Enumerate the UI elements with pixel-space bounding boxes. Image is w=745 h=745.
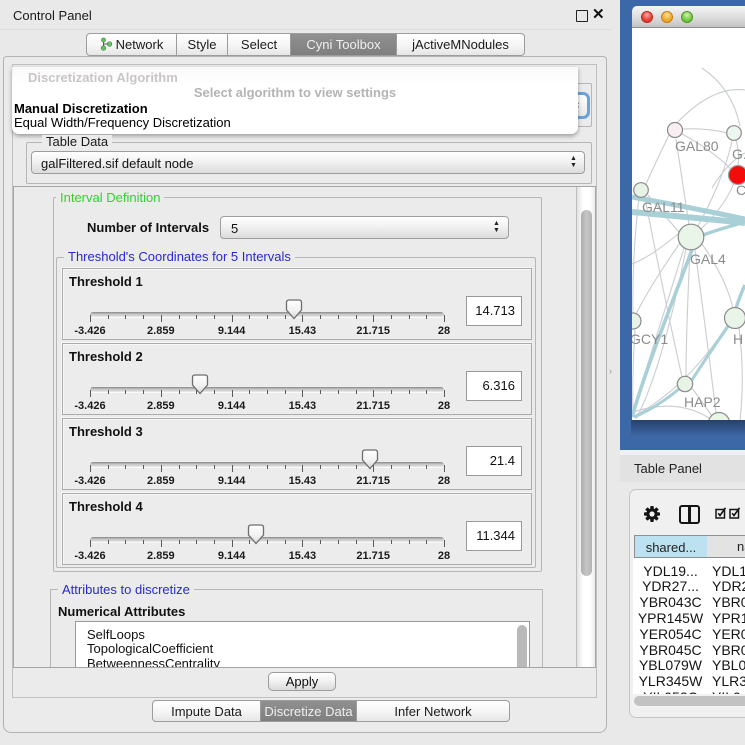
- svg-text:GAL11: GAL11: [642, 199, 685, 215]
- svg-text:GCY1: GCY1: [632, 331, 668, 347]
- svg-text:HAP2: HAP2: [684, 394, 721, 410]
- svg-text:C: C: [736, 182, 745, 198]
- svg-text:H: H: [733, 331, 743, 347]
- svg-text:G.: G.: [732, 146, 745, 162]
- svg-text:GAL4: GAL4: [690, 251, 726, 267]
- svg-text:GAL80: GAL80: [675, 138, 719, 154]
